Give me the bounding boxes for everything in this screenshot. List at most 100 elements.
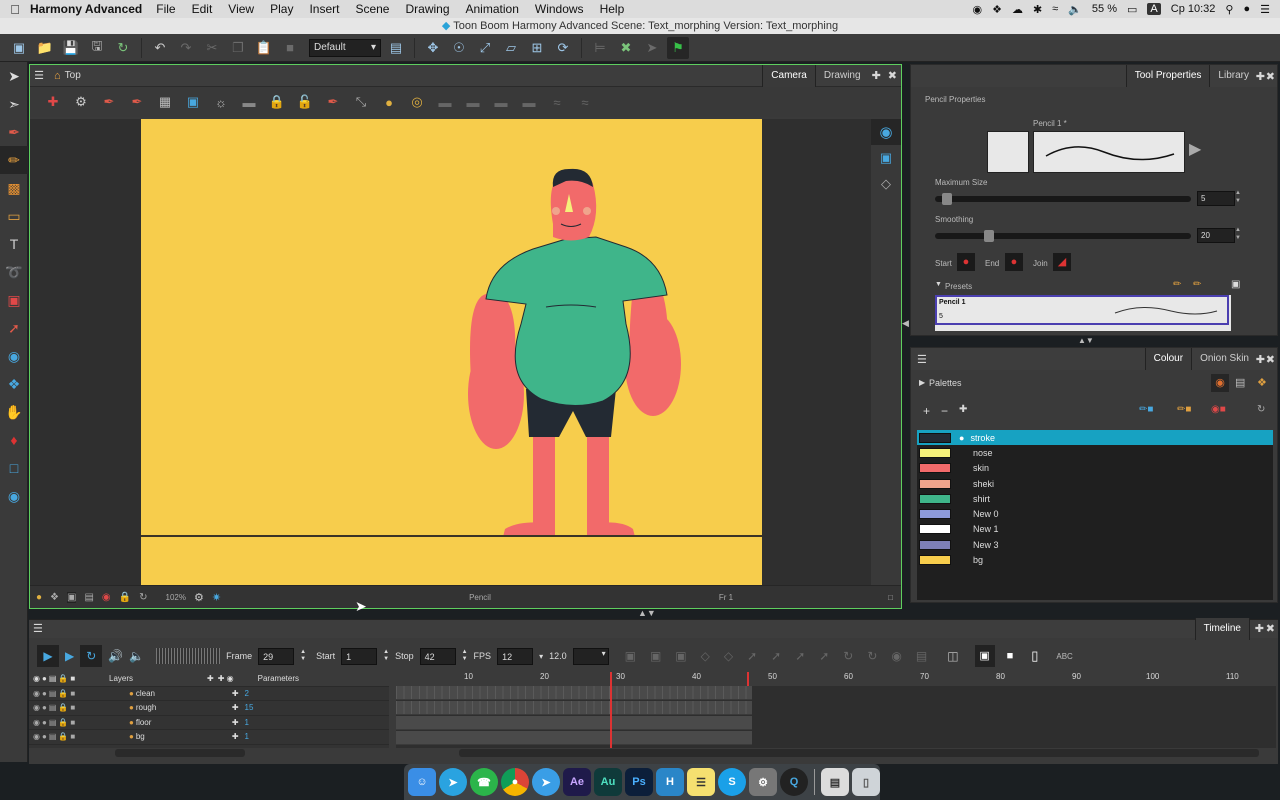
join-style-icon[interactable]: ◢: [1053, 253, 1071, 271]
pen-style-icon[interactable]: ✒: [322, 91, 344, 113]
light-table-icon[interactable]: ☼: [210, 91, 232, 113]
swatch-row[interactable]: sheki: [917, 476, 1273, 491]
harmony-icon[interactable]: H: [656, 768, 684, 796]
menu-drawing[interactable]: Drawing: [405, 2, 449, 16]
pin-tool-icon[interactable]: ➤: [641, 37, 663, 59]
layer-toggles[interactable]: ◉●▤🔒■: [29, 703, 129, 712]
menu-view[interactable]: View: [228, 2, 254, 16]
swatch-row[interactable]: New 1: [917, 522, 1273, 537]
mirror-icon[interactable]: ◎: [406, 91, 428, 113]
max-size-slider-knob[interactable]: [942, 193, 953, 205]
settings-icon[interactable]: ⚙: [70, 91, 92, 113]
frame-stepper-icon[interactable]: ▲ ▼: [300, 649, 306, 663]
add-texture-icon[interactable]: ✚: [959, 404, 967, 415]
save-icon[interactable]: 💾: [60, 37, 82, 59]
menu-file[interactable]: File: [156, 2, 175, 16]
app-menu[interactable]: Harmony Advanced: [30, 2, 142, 16]
preset-item[interactable]: Pencil 1 5: [935, 295, 1229, 325]
menu-insert[interactable]: Insert: [309, 2, 339, 16]
max-size-slider[interactable]: [935, 193, 1191, 205]
rotate-tool-icon[interactable]: ☉: [448, 37, 470, 59]
paint-colour-icon[interactable]: ◉■: [1211, 404, 1226, 415]
paste-icon[interactable]: 📋: [253, 37, 275, 59]
menu-scene[interactable]: Scene: [355, 2, 389, 16]
clock[interactable]: Ср 10:32: [1171, 3, 1216, 15]
start-cap-icon[interactable]: ●: [957, 253, 975, 271]
palette-tint-icon[interactable]: ▤: [1235, 376, 1245, 389]
disc-icon[interactable]: ▬: [434, 91, 456, 113]
safe-area-icon[interactable]: ▣: [182, 91, 204, 113]
add-layer-icon[interactable]: ✚: [207, 674, 214, 683]
tab-onion-skin[interactable]: Onion Skin: [1192, 348, 1257, 370]
menu-animation[interactable]: Animation: [466, 2, 519, 16]
morph-tool-icon[interactable]: ❖: [0, 370, 28, 398]
play-selection-icon[interactable]: ▶: [65, 649, 74, 663]
apple-icon[interactable]: : [0, 2, 30, 17]
chevron-down-icon[interactable]: ▾: [539, 652, 543, 661]
split-view-icon[interactable]: ◫: [947, 649, 958, 663]
zoom-level[interactable]: 102%: [166, 593, 186, 602]
tab-library[interactable]: Library: [1210, 65, 1257, 87]
export-icon[interactable]: ↻: [112, 37, 134, 59]
reset-view-icon[interactable]: ↻: [139, 592, 147, 603]
menu-icon[interactable]: ☰: [33, 622, 43, 635]
menu-edit[interactable]: Edit: [192, 2, 213, 16]
timeline-scrollbar[interactable]: [115, 749, 245, 757]
expand-icon[interactable]: ✚: [232, 718, 239, 727]
side-collapse-icon[interactable]: ◀: [902, 318, 909, 329]
close-icon[interactable]: ✖: [1266, 353, 1275, 366]
camera-splitter-icon[interactable]: ▲▼: [638, 608, 656, 618]
preset-menu-icon[interactable]: ▣: [1231, 279, 1240, 290]
swatch-row[interactable]: shirt: [917, 491, 1273, 506]
palettes-toggle-icon[interactable]: ▶: [919, 378, 925, 387]
expand-icon[interactable]: ✚: [232, 703, 239, 712]
move-tool-icon[interactable]: ✥: [422, 37, 444, 59]
palette-link-icon[interactable]: ❖: [1257, 376, 1267, 389]
safari-icon[interactable]: ➤: [532, 768, 560, 796]
tab-camera[interactable]: Camera: [762, 64, 816, 87]
stop-input[interactable]: 42: [419, 647, 456, 665]
undo-icon[interactable]: ↶: [149, 37, 171, 59]
onion-skin-icon[interactable]: ●: [378, 91, 400, 113]
layer-row[interactable]: ◉●▤🔒■ ● rough ✚ 15: [29, 701, 389, 716]
preview-icon[interactable]: ▤: [821, 768, 849, 796]
grid-icon[interactable]: ▦: [154, 91, 176, 113]
animate-mode-icon[interactable]: ✚: [42, 91, 64, 113]
skew-tool-icon[interactable]: ▱: [500, 37, 522, 59]
presets-label[interactable]: Presets: [945, 282, 972, 291]
resize-corner-icon[interactable]: □: [888, 593, 893, 602]
workspace-manager-icon[interactable]: ▤: [385, 37, 407, 59]
canvas-viewport[interactable]: [30, 119, 871, 585]
line-icon[interactable]: ⤡: [350, 91, 372, 113]
eraser-tool-icon[interactable]: ▭: [0, 202, 28, 230]
settings-icon[interactable]: ⚙: [194, 591, 204, 604]
onion-skin-toggle-icon[interactable]: ▣: [974, 645, 995, 667]
layer-stack-icon[interactable]: ◇: [871, 171, 901, 197]
spline-offset-icon[interactable]: ⟳: [552, 37, 574, 59]
panel-splitter-icon[interactable]: ▲▼: [1078, 336, 1094, 345]
layer-param[interactable]: 2: [245, 689, 249, 698]
volume-icon[interactable]: 🔈: [1068, 3, 1082, 16]
layer-row[interactable]: ◉●▤🔒■ ● clean ✚ 2: [29, 687, 389, 701]
transform-tool-icon[interactable]: □: [0, 454, 28, 482]
battery-status[interactable]: 55 %: [1092, 3, 1117, 15]
expand-icon[interactable]: ✚: [232, 732, 239, 741]
photoshop-icon[interactable]: Ps: [625, 768, 653, 796]
brush-icon[interactable]: ✒: [98, 91, 120, 113]
maintain-size-icon[interactable]: ⊞: [526, 37, 548, 59]
ik-tool-icon[interactable]: ✖: [615, 37, 637, 59]
frame-row-rough[interactable]: [396, 701, 752, 715]
menu-windows[interactable]: Windows: [535, 2, 584, 16]
skype-icon[interactable]: S: [718, 768, 746, 796]
spotlight-icon[interactable]: ⚲: [1225, 3, 1233, 16]
notification-center-icon[interactable]: ☰: [1260, 3, 1270, 16]
max-size-input[interactable]: 5: [1197, 191, 1235, 206]
hand-tool-icon[interactable]: ✋: [0, 398, 28, 426]
eye-icon[interactable]: ◉: [871, 119, 901, 145]
frame-row-floor[interactable]: [396, 716, 752, 730]
swatch-row[interactable]: New 0: [917, 506, 1273, 521]
start-input[interactable]: 1: [341, 647, 378, 665]
layer-param[interactable]: 1: [245, 732, 249, 741]
select-tool-icon[interactable]: ➤: [0, 62, 28, 90]
disc-icon-4[interactable]: ▬: [518, 91, 540, 113]
